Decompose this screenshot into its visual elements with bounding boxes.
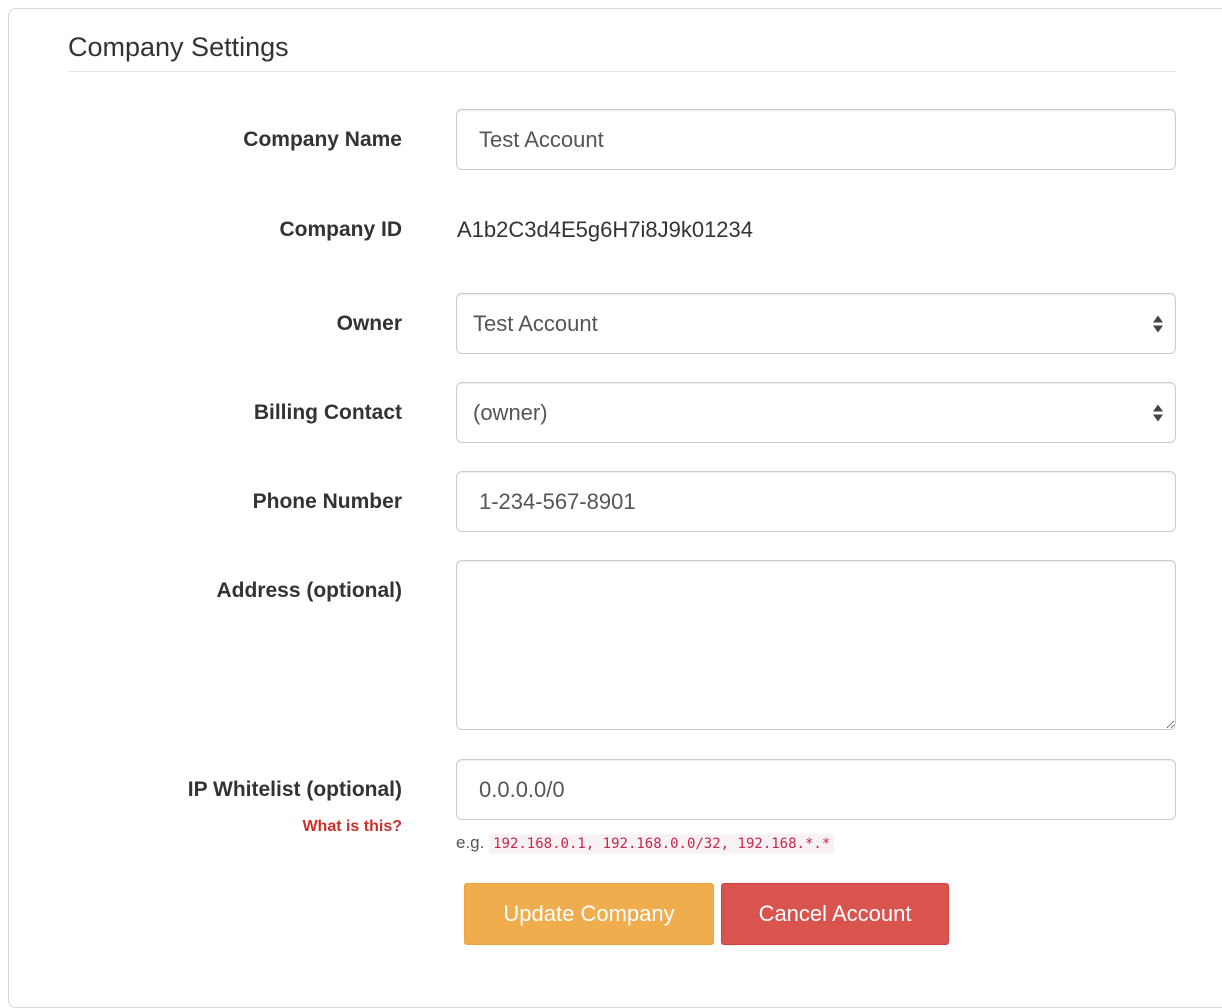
phone-number-input[interactable] — [456, 471, 1176, 532]
company-name-label: Company Name — [243, 128, 402, 151]
page-title: Company Settings — [68, 30, 1176, 72]
owner-select[interactable]: Test Account — [456, 293, 1176, 354]
billing-contact-selected-value: (owner) — [473, 399, 548, 425]
billing-contact-select[interactable]: (owner) — [456, 382, 1176, 443]
select-arrows-icon — [1153, 315, 1163, 332]
cancel-account-button[interactable]: Cancel Account — [721, 883, 949, 945]
address-textarea[interactable] — [456, 560, 1176, 730]
ip-whitelist-help: e.g. 192.168.0.1, 192.168.0.0/32, 192.16… — [456, 833, 835, 854]
owner-selected-value: Test Account — [473, 310, 598, 336]
update-company-button[interactable]: Update Company — [464, 883, 714, 945]
billing-contact-label: Billing Contact — [253, 401, 402, 424]
what-is-this-link[interactable]: What is this? — [302, 818, 402, 836]
help-prefix: e.g. — [456, 833, 485, 852]
ip-whitelist-input[interactable] — [456, 759, 1176, 820]
address-label: Address (optional) — [216, 579, 402, 602]
company-id-label: Company ID — [279, 218, 402, 241]
select-arrows-icon — [1153, 404, 1163, 421]
help-example-code: 192.168.0.1, 192.168.0.0/32, 192.168.*.* — [489, 834, 835, 854]
company-id-value: A1b2C3d4E5g6H7i8J9k01234 — [457, 217, 754, 242]
company-name-input[interactable] — [456, 109, 1176, 170]
owner-label: Owner — [336, 312, 402, 335]
ip-whitelist-label: IP Whitelist (optional) — [187, 778, 402, 801]
phone-number-label: Phone Number — [252, 490, 402, 513]
